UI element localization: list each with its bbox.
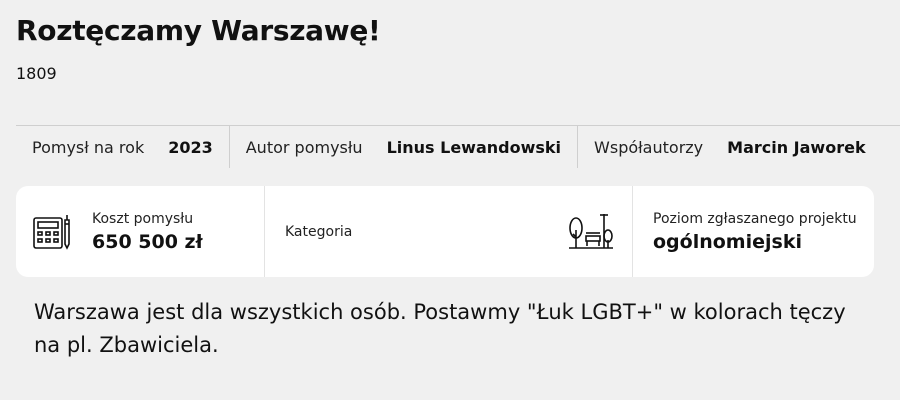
meta-author-value: Linus Lewandowski xyxy=(386,137,562,157)
meta-year: Pomysł na rok 2023 xyxy=(16,126,229,168)
level-text: Poziom zgłaszanego projektu ogólnomiejsk… xyxy=(653,211,857,253)
meta-author: Autor pomysłu Linus Lewandowski xyxy=(228,126,577,168)
meta-coauthors-value: Marcin Jaworek xyxy=(727,137,866,157)
project-id: 1809 xyxy=(16,64,57,83)
project-page: Roztęczamy Warszawę! 1809 Pomysł na rok … xyxy=(0,0,900,400)
project-details-card: Koszt pomysłu 650 500 zł Kategoria Pozio… xyxy=(16,186,874,277)
meta-coauthors-label: Współautorzy xyxy=(594,137,704,157)
meta-coauthors: Współautorzy Marcin Jaworek xyxy=(577,126,882,168)
park-icon xyxy=(569,214,613,249)
cost-label: Koszt pomysłu xyxy=(92,210,194,227)
level-cell: Poziom zgłaszanego projektu ogólnomiejsk… xyxy=(632,186,874,277)
cost-text: Koszt pomysłu 650 500 zł xyxy=(92,211,203,253)
meta-year-value: 2023 xyxy=(168,137,213,157)
meta-year-label: Pomysł na rok xyxy=(32,137,145,157)
project-meta-row: Pomysł na rok 2023 Autor pomysłu Linus L… xyxy=(16,125,900,168)
level-value: ogólnomiejski xyxy=(653,230,802,253)
category-cell: Kategoria xyxy=(264,186,632,277)
meta-author-label: Autor pomysłu xyxy=(245,137,363,157)
category-label: Kategoria xyxy=(285,223,353,240)
cost-value: 650 500 zł xyxy=(92,230,203,253)
project-description: Warszawa jest dla wszystkich osób. Posta… xyxy=(34,300,846,357)
calculator-icon xyxy=(33,214,70,250)
level-label: Poziom zgłaszanego projektu xyxy=(653,210,857,227)
page-title: Roztęczamy Warszawę! xyxy=(16,14,381,47)
cost-cell: Koszt pomysłu 650 500 zł xyxy=(16,186,264,277)
